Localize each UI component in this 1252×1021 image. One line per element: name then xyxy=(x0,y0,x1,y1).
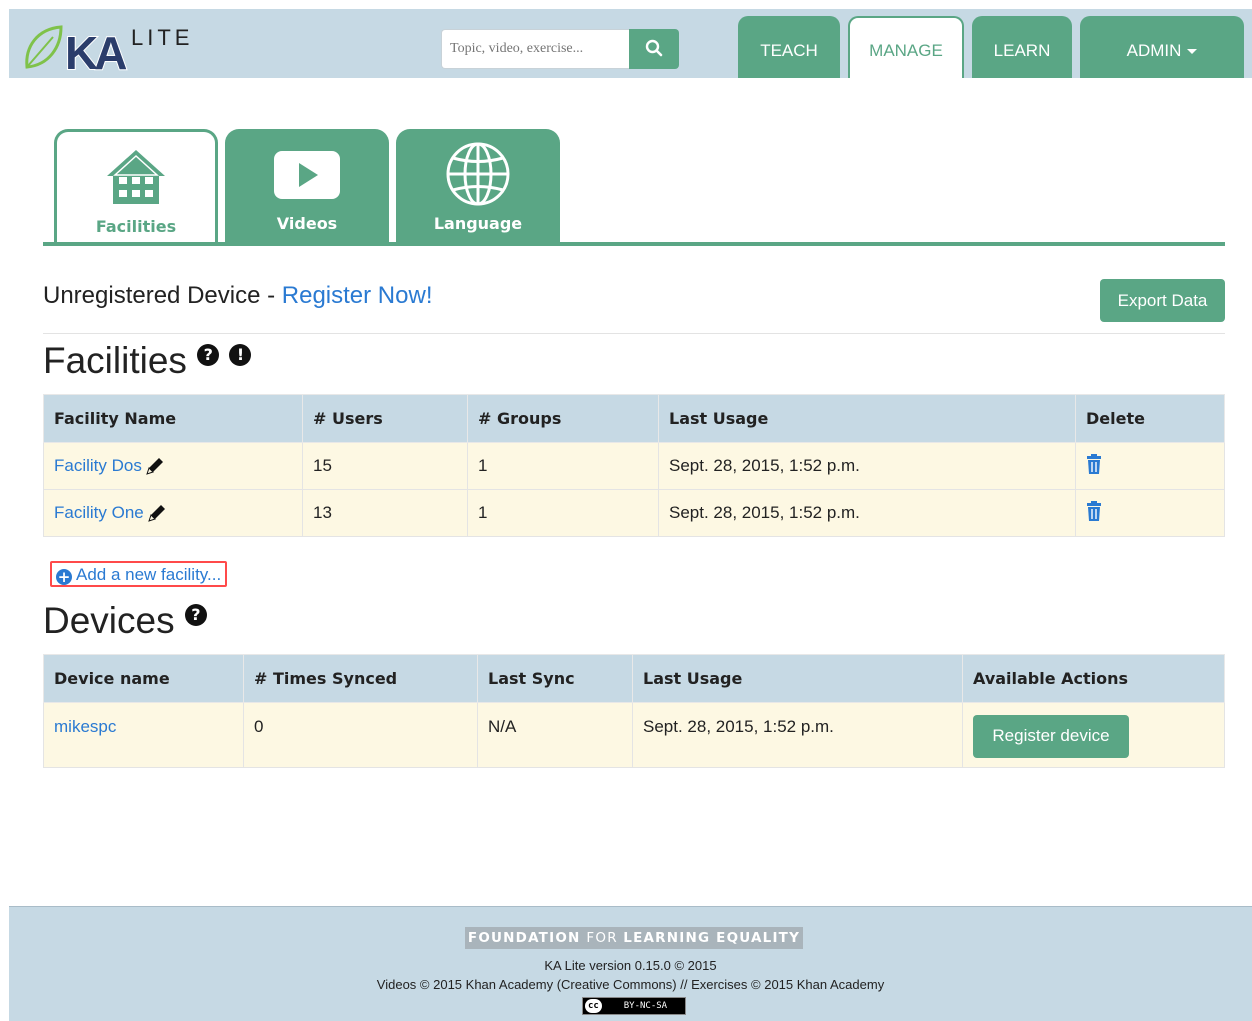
device-link[interactable]: mikespc xyxy=(54,717,116,736)
last-usage-cell: Sept. 28, 2015, 1:52 p.m. xyxy=(658,489,1076,537)
search-box xyxy=(441,29,679,69)
version-text: KA Lite version 0.15.0 © 2015 xyxy=(544,958,717,973)
column-header: Available Actions xyxy=(962,654,1225,703)
svg-text:LITE: LITE xyxy=(131,25,193,50)
search-input[interactable] xyxy=(441,29,629,69)
export-data-button[interactable]: Export Data xyxy=(1100,279,1225,322)
register-device-button[interactable]: Register device xyxy=(973,714,1129,758)
actions-cell: Register device xyxy=(962,702,1225,768)
tab-videos[interactable]: Videos xyxy=(225,129,389,243)
registration-status-text: Unregistered Device - xyxy=(43,282,282,309)
user-count-cell: 13 xyxy=(302,489,468,537)
nav-admin-dropdown[interactable]: ADMIN xyxy=(1080,16,1244,78)
facility-name-cell: Facility One xyxy=(43,489,303,537)
org-name-part: FOR xyxy=(586,930,624,946)
cc-icon: cc xyxy=(585,999,602,1013)
devices-heading: Devices ? xyxy=(43,600,207,642)
last-usage-cell: Sept. 28, 2015, 1:52 p.m. xyxy=(632,702,963,768)
tab-facilities[interactable]: Facilities xyxy=(54,129,218,246)
ka-lite-logo[interactable]: KA LITE xyxy=(23,17,213,73)
facility-name-cell: Facility Dos xyxy=(43,442,303,490)
facilities-table: Facility Name # Users # Groups Last Usag… xyxy=(43,394,1225,537)
pencil-icon[interactable] xyxy=(145,456,165,476)
delete-cell xyxy=(1075,442,1225,490)
add-facility-link[interactable]: + Add a new facility... xyxy=(50,561,228,587)
footer: FOUNDATION FOR LEARNING EQUALITY KA Lite… xyxy=(9,906,1252,1021)
nav-manage-label: MANAGE xyxy=(869,41,943,60)
trash-icon[interactable] xyxy=(1086,453,1102,474)
nav-manage[interactable]: MANAGE xyxy=(848,16,964,78)
table-row: Facility One 13 1 Sept. 28, 2015, 1:52 p… xyxy=(43,489,1225,537)
column-header[interactable]: Last Usage xyxy=(658,394,1076,443)
pencil-icon[interactable] xyxy=(147,503,167,523)
search-button[interactable] xyxy=(629,29,679,69)
license-badge[interactable]: cc BY-NC-SA xyxy=(582,997,686,1015)
registration-status: Unregistered Device - Register Now! xyxy=(43,282,432,310)
divider xyxy=(43,333,1225,334)
last-usage-cell: Sept. 28, 2015, 1:52 p.m. xyxy=(658,442,1076,490)
org-name-part: LEARNING EQUALITY xyxy=(623,930,801,946)
facilities-title: Facilities xyxy=(43,340,187,381)
group-count-cell: 1 xyxy=(467,442,659,490)
add-facility-label: Add a new facility... xyxy=(76,565,222,584)
fle-logo[interactable]: FOUNDATION FOR LEARNING EQUALITY xyxy=(465,927,803,949)
trash-icon[interactable] xyxy=(1086,500,1102,521)
nav-learn-label: LEARN xyxy=(993,41,1051,60)
register-now-link[interactable]: Register Now! xyxy=(282,282,433,309)
table-header-row: Facility Name # Users # Groups Last Usag… xyxy=(43,394,1225,443)
table-row: mikespc 0 N/A Sept. 28, 2015, 1:52 p.m. … xyxy=(43,702,1225,768)
column-header[interactable]: Device name xyxy=(43,654,244,703)
times-synced-cell: 0 xyxy=(243,702,478,768)
column-header[interactable]: Facility Name xyxy=(43,394,303,443)
device-name-cell: mikespc xyxy=(43,702,244,768)
house-icon xyxy=(107,150,165,204)
facility-link[interactable]: Facility Dos xyxy=(54,456,142,475)
copyright-text: Videos © 2015 Khan Academy (Creative Com… xyxy=(376,977,885,992)
delete-cell xyxy=(1075,489,1225,537)
nav-admin-label: ADMIN xyxy=(1126,41,1182,60)
devices-title: Devices xyxy=(43,600,175,641)
tab-videos-label: Videos xyxy=(276,214,338,233)
tab-language[interactable]: Language xyxy=(396,129,560,243)
nav-teach[interactable]: TEACH xyxy=(738,16,840,78)
play-icon xyxy=(274,151,340,199)
facilities-heading: Facilities ? ! xyxy=(43,340,252,382)
column-header[interactable]: # Groups xyxy=(467,394,659,443)
tab-facilities-label: Facilities xyxy=(95,217,177,236)
caret-down-icon xyxy=(1187,49,1198,55)
org-name-part: FOUNDATION xyxy=(467,930,587,946)
alert-icon[interactable]: ! xyxy=(229,344,252,366)
globe-icon xyxy=(446,142,510,206)
group-count-cell: 1 xyxy=(467,489,659,537)
help-icon[interactable]: ? xyxy=(184,604,207,626)
user-count-cell: 15 xyxy=(302,442,468,490)
column-header[interactable]: # Times Synced xyxy=(243,654,478,703)
tabs-underline xyxy=(43,242,1225,246)
table-header-row: Device name # Times Synced Last Sync Las… xyxy=(43,654,1225,703)
facility-link[interactable]: Facility One xyxy=(54,503,144,522)
column-header[interactable]: Last Usage xyxy=(632,654,963,703)
table-row: Facility Dos 15 1 Sept. 28, 2015, 1:52 p… xyxy=(43,442,1225,490)
nav-learn[interactable]: LEARN xyxy=(972,16,1072,78)
devices-table: Device name # Times Synced Last Sync Las… xyxy=(43,654,1225,768)
top-navbar: KA LITE TEACH MANAGE LEARN ADMIN xyxy=(9,9,1252,78)
tab-language-label: Language xyxy=(433,214,523,233)
nav-teach-label: TEACH xyxy=(760,41,818,60)
column-header[interactable]: # Users xyxy=(302,394,468,443)
svg-text:KA: KA xyxy=(65,27,126,73)
plus-circle-icon: + xyxy=(56,568,72,586)
last-sync-cell: N/A xyxy=(477,702,633,768)
search-icon xyxy=(645,39,663,56)
column-header[interactable]: Last Sync xyxy=(477,654,633,703)
license-text: BY-NC-SA xyxy=(623,1001,668,1011)
help-icon[interactable]: ? xyxy=(197,344,220,366)
column-header: Delete xyxy=(1075,394,1225,443)
